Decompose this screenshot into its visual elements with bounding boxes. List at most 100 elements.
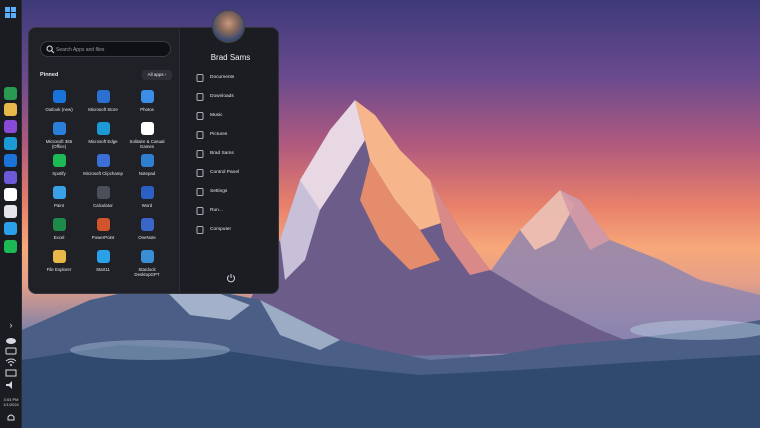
store-icon (97, 90, 110, 103)
pinned-app-label: OneNote (127, 235, 167, 240)
pinned-app-label: Calculator (83, 203, 123, 208)
taskbar-start11-icon[interactable] (4, 222, 17, 235)
wifi-icon[interactable] (5, 358, 17, 366)
pinned-app-tile[interactable]: Outlook (new) (39, 90, 79, 124)
search-input[interactable] (56, 43, 166, 56)
pinned-app-tile[interactable]: PowerPoint (83, 218, 123, 252)
taskbar-teams-icon[interactable] (4, 171, 17, 184)
taskbar-app-1-icon[interactable] (4, 87, 17, 100)
start-menu: Pinned All apps › Outlook (new)Microsoft… (28, 27, 279, 294)
place-item[interactable]: Documents (196, 73, 276, 83)
pinned-app-label: Microsoft Clipchamp (83, 171, 123, 176)
run-icon (196, 207, 204, 215)
calculator-icon (97, 186, 110, 199)
taskbar: › 3:53 PM 1/1/2024 (0, 0, 22, 428)
place-item[interactable]: Pictures (196, 130, 276, 140)
music-icon (196, 112, 204, 120)
all-apps-button[interactable]: All apps › (142, 70, 172, 80)
start-left-pane: Pinned All apps › Outlook (new)Microsoft… (29, 28, 179, 294)
control-panel-icon (196, 169, 204, 177)
place-label: Music (210, 112, 223, 120)
pinned-app-label: Microsoft 365 (Office) (39, 139, 79, 149)
computer-icon (196, 226, 204, 234)
taskbar-spotify-icon[interactable] (4, 240, 17, 253)
pinned-app-tile[interactable]: Solitaire & Casual Games (127, 122, 167, 156)
pinned-app-tile[interactable]: Start11 (83, 250, 123, 284)
pinned-app-tile[interactable]: Word (127, 186, 167, 220)
pinned-app-label: Microsoft Store (83, 107, 123, 112)
place-label: Run... (210, 207, 223, 215)
powerpoint-icon (97, 218, 110, 231)
power-icon[interactable] (226, 273, 236, 283)
taskbar-edge-icon[interactable] (4, 137, 17, 150)
place-item[interactable]: Computer (196, 225, 276, 235)
pinned-app-label: Notepad (127, 171, 167, 176)
place-label: Downloads (210, 93, 234, 101)
place-label: Computer (210, 226, 231, 234)
pinned-app-tile[interactable]: File Explorer (39, 250, 79, 284)
place-label: Control Panel (210, 169, 239, 177)
pinned-app-tile[interactable]: Microsoft Edge (83, 122, 123, 156)
pinned-app-tile[interactable]: Microsoft Clipchamp (83, 154, 123, 188)
pinned-app-tile[interactable]: Stardock DesktopGPT (127, 250, 167, 284)
taskbar-notepad-icon[interactable] (4, 205, 17, 218)
pinned-app-tile[interactable]: Excel (39, 218, 79, 252)
pinned-app-label: Word (127, 203, 167, 208)
chevron-up-icon[interactable]: › (0, 320, 22, 330)
pinned-app-label: Start11 (83, 267, 123, 272)
network-icon[interactable] (5, 347, 17, 355)
pinned-app-label: Solitaire & Casual Games (127, 139, 167, 149)
word-icon (141, 186, 154, 199)
place-item[interactable]: Brad Sams (196, 149, 276, 159)
outlook-icon (53, 90, 66, 103)
photos-icon (141, 90, 154, 103)
pinned-heading: Pinned (40, 72, 58, 78)
pictures-icon (196, 131, 204, 139)
pinned-app-tile[interactable]: Microsoft 365 (Office) (39, 122, 79, 156)
pinned-app-tile[interactable]: OneNote (127, 218, 167, 252)
cloud-icon[interactable] (5, 336, 17, 344)
pinned-app-label: File Explorer (39, 267, 79, 272)
taskbar-outlook-icon[interactable] (4, 154, 17, 167)
desktopgpt-icon (141, 250, 154, 263)
onenote-icon (141, 218, 154, 231)
excel-icon (53, 218, 66, 231)
avatar[interactable] (212, 10, 245, 43)
office-icon (53, 122, 66, 135)
start11-icon (97, 250, 110, 263)
place-item[interactable]: Run... (196, 206, 276, 216)
settings-icon (196, 188, 204, 196)
pinned-app-tile[interactable]: Microsoft Store (83, 90, 123, 124)
download-icon (196, 93, 204, 101)
clipchamp-icon (97, 154, 110, 167)
windows-start-icon[interactable] (4, 6, 17, 19)
place-item[interactable]: Control Panel (196, 168, 276, 178)
pinned-app-tile[interactable]: Notepad (127, 154, 167, 188)
pinned-app-label: Spotify (39, 171, 79, 176)
pinned-app-label: Photos (127, 107, 167, 112)
user-name[interactable]: Brad Sams (180, 53, 279, 62)
pinned-app-tile[interactable]: Photos (127, 90, 167, 124)
pinned-app-label: Stardock DesktopGPT (127, 267, 167, 277)
monitor-icon[interactable] (5, 369, 17, 378)
pinned-app-tile[interactable]: Paint (39, 186, 79, 220)
taskbar-file-explorer-icon[interactable] (4, 103, 17, 116)
clock-date[interactable]: 1/1/2024 (0, 402, 22, 407)
notification-bell-icon[interactable] (6, 413, 16, 423)
search-box[interactable] (40, 41, 171, 57)
spotify-icon (53, 154, 66, 167)
volume-icon[interactable] (5, 381, 17, 389)
search-icon (46, 45, 55, 54)
place-item[interactable]: Music (196, 111, 276, 121)
notepad-icon (141, 154, 154, 167)
taskbar-app-3-icon[interactable] (4, 120, 17, 133)
pinned-app-label: PowerPoint (83, 235, 123, 240)
pinned-app-tile[interactable]: Calculator (83, 186, 123, 220)
taskbar-app-7-icon[interactable] (4, 188, 17, 201)
place-item[interactable]: Downloads (196, 92, 276, 102)
place-label: Documents (210, 74, 234, 82)
pinned-app-tile[interactable]: Spotify (39, 154, 79, 188)
place-label: Brad Sams (210, 150, 234, 158)
place-item[interactable]: Settings (196, 187, 276, 197)
edge-icon (97, 122, 110, 135)
